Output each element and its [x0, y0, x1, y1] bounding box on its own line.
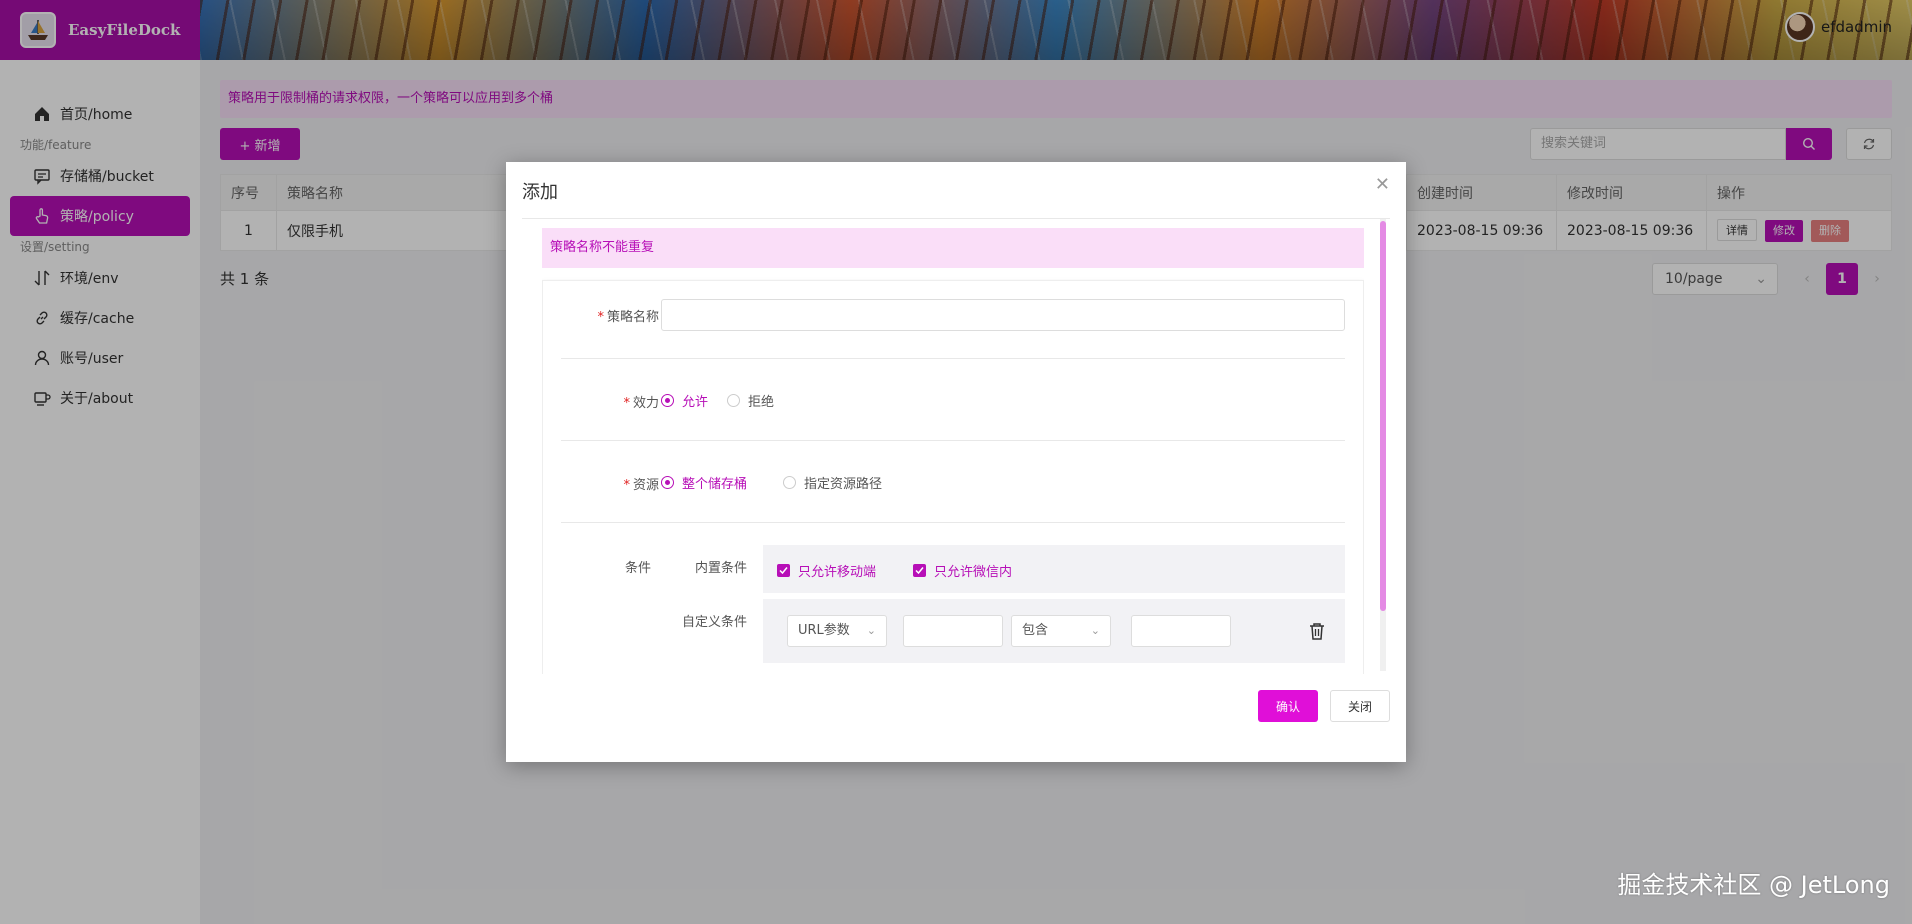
confirm-button[interactable]: 确认	[1258, 690, 1318, 722]
divider	[561, 440, 1345, 441]
dialog-title: 添加	[522, 182, 558, 203]
resource-path-radio[interactable]: 指定资源路径	[783, 473, 882, 492]
builtin-condition-box: 只允许移动端 只允许微信内	[763, 545, 1345, 593]
checkbox-checked-icon	[913, 564, 926, 577]
builtin-condition-label: 内置条件	[694, 561, 747, 576]
name-label: * 策略名称	[597, 310, 659, 325]
add-policy-dialog: 添加 ✕ 策略名称不能重复 * 策略名称 * 效力 允许 拒绝 * 资源 整个储…	[506, 162, 1406, 762]
close-button[interactable]: 关闭	[1330, 690, 1390, 722]
dialog-scrollbar[interactable]	[1380, 219, 1386, 671]
resource-whole-bucket-radio[interactable]: 整个储存桶	[661, 473, 747, 492]
radio-unchecked-icon	[783, 476, 796, 489]
divider	[561, 522, 1345, 523]
mobile-only-checkbox[interactable]: 只允许移动端	[777, 561, 876, 580]
condition-value-input[interactable]	[1131, 615, 1231, 647]
resource-label: * 资源	[623, 478, 659, 493]
condition-key-input[interactable]	[903, 615, 1003, 647]
name-row: * 策略名称	[561, 299, 1345, 331]
dialog-tip: 策略名称不能重复	[542, 228, 1364, 268]
effect-row: * 效力 允许 拒绝	[561, 391, 1345, 411]
effect-allow-radio[interactable]: 允许	[661, 391, 708, 410]
custom-condition-box: URL参数 ⌄ 包含 ⌄	[763, 599, 1345, 663]
scrollbar-thumb[interactable]	[1380, 221, 1386, 611]
radio-checked-icon	[661, 394, 674, 407]
trash-icon[interactable]	[1307, 621, 1327, 641]
custom-condition-label: 自定义条件	[681, 615, 747, 630]
divider	[522, 218, 1390, 219]
checkbox-checked-icon	[777, 564, 790, 577]
chevron-down-icon: ⌄	[866, 624, 876, 637]
wechat-only-checkbox[interactable]: 只允许微信内	[913, 561, 1012, 580]
policy-name-input[interactable]	[661, 299, 1345, 331]
resource-row: * 资源 整个储存桶 指定资源路径	[561, 473, 1345, 493]
condition-label: 条件	[624, 561, 651, 576]
effect-deny-radio[interactable]: 拒绝	[727, 391, 774, 410]
condition-operator-select[interactable]: 包含 ⌄	[1011, 615, 1111, 647]
radio-unchecked-icon	[727, 394, 740, 407]
effect-label: * 效力	[623, 396, 659, 411]
divider	[561, 358, 1345, 359]
close-icon[interactable]: ✕	[1375, 174, 1390, 195]
dialog-body: 策略名称不能重复 * 策略名称 * 效力 允许 拒绝 * 资源 整个储存桶 指定…	[542, 228, 1364, 674]
radio-checked-icon	[661, 476, 674, 489]
watermark: 掘金技术社区 @ JetLong	[1617, 871, 1890, 899]
policy-form: * 策略名称 * 效力 允许 拒绝 * 资源 整个储存桶 指定资源路径 条件 内…	[542, 280, 1364, 674]
chevron-down-icon: ⌄	[1090, 624, 1100, 637]
condition-type-select[interactable]: URL参数 ⌄	[787, 615, 887, 647]
